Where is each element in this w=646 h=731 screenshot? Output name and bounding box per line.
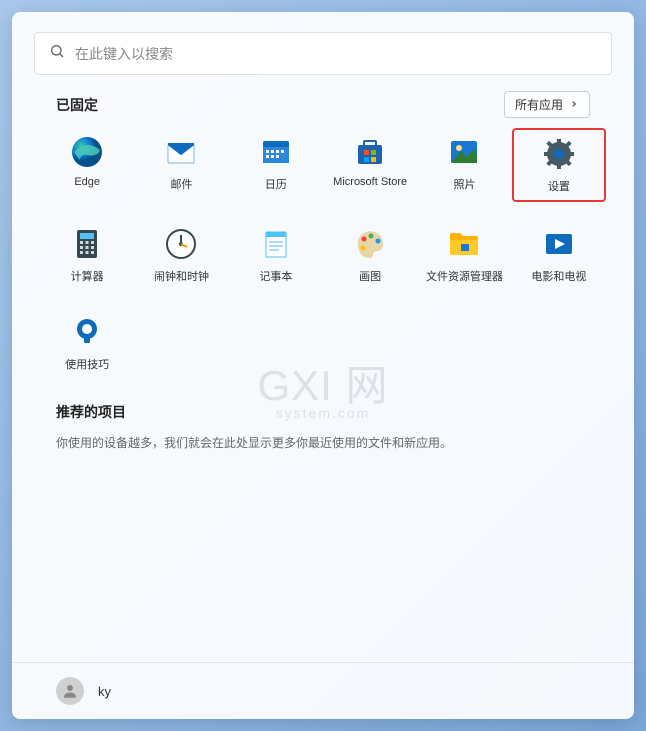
app-file-explorer[interactable]: 文件资源管理器 — [417, 220, 511, 290]
calculator-icon — [69, 226, 105, 262]
calendar-icon — [258, 134, 294, 170]
search-box[interactable] — [34, 32, 612, 75]
app-movies-tv[interactable]: 电影和电视 — [512, 220, 606, 290]
app-label: Microsoft Store — [333, 176, 407, 188]
app-photos[interactable]: 照片 — [417, 128, 511, 202]
app-tips[interactable]: 使用技巧 — [40, 308, 134, 378]
app-mail[interactable]: 邮件 — [134, 128, 228, 202]
app-calendar[interactable]: 日历 — [229, 128, 323, 202]
app-label: 文件资源管理器 — [426, 268, 503, 284]
app-label: 画图 — [359, 268, 381, 284]
movies-icon — [541, 226, 577, 262]
app-clock[interactable]: 闹钟和时钟 — [134, 220, 228, 290]
app-label: 计算器 — [71, 268, 104, 284]
gear-icon — [541, 136, 577, 172]
search-input[interactable] — [75, 46, 597, 62]
app-label: 日历 — [265, 176, 287, 192]
start-menu: 已固定 所有应用 Edge — [12, 12, 634, 719]
app-label: 闹钟和时钟 — [154, 268, 209, 284]
app-label: 照片 — [453, 176, 475, 192]
app-label: Edge — [74, 176, 100, 188]
user-name[interactable]: ky — [98, 684, 111, 699]
photos-icon — [446, 134, 482, 170]
paint-icon — [352, 226, 388, 262]
app-label: 设置 — [548, 178, 570, 194]
all-apps-button[interactable]: 所有应用 — [504, 91, 590, 118]
lightbulb-icon — [69, 314, 105, 350]
app-microsoft-store[interactable]: Microsoft Store — [323, 128, 417, 202]
pinned-header: 已固定 所有应用 — [12, 87, 634, 128]
start-menu-footer: ky — [12, 662, 634, 719]
clock-icon — [163, 226, 199, 262]
edge-icon — [69, 134, 105, 170]
app-edge[interactable]: Edge — [40, 128, 134, 202]
notepad-icon — [258, 226, 294, 262]
recommended-title: 推荐的项目 — [56, 402, 590, 422]
user-avatar[interactable] — [56, 677, 84, 705]
folder-icon — [446, 226, 482, 262]
pinned-apps-grid: Edge 邮件 日历 — [12, 128, 634, 378]
chevron-right-icon — [569, 98, 579, 112]
recommended-empty-text: 你使用的设备越多，我们就会在此处显示更多你最近使用的文件和新应用。 — [56, 434, 590, 451]
all-apps-label: 所有应用 — [515, 96, 563, 113]
person-icon — [61, 682, 79, 700]
search-container — [12, 12, 634, 87]
app-notepad[interactable]: 记事本 — [229, 220, 323, 290]
mail-icon — [163, 134, 199, 170]
app-calculator[interactable]: 计算器 — [40, 220, 134, 290]
pinned-title: 已固定 — [56, 95, 98, 115]
app-label: 使用技巧 — [65, 356, 109, 372]
app-paint[interactable]: 画图 — [323, 220, 417, 290]
app-settings[interactable]: 设置 — [512, 128, 606, 202]
store-icon — [352, 134, 388, 170]
app-label: 电影和电视 — [531, 268, 586, 284]
recommended-section: 推荐的项目 你使用的设备越多，我们就会在此处显示更多你最近使用的文件和新应用。 — [12, 378, 634, 451]
app-label: 记事本 — [259, 268, 292, 284]
search-icon — [49, 43, 65, 64]
app-label: 邮件 — [170, 176, 192, 192]
